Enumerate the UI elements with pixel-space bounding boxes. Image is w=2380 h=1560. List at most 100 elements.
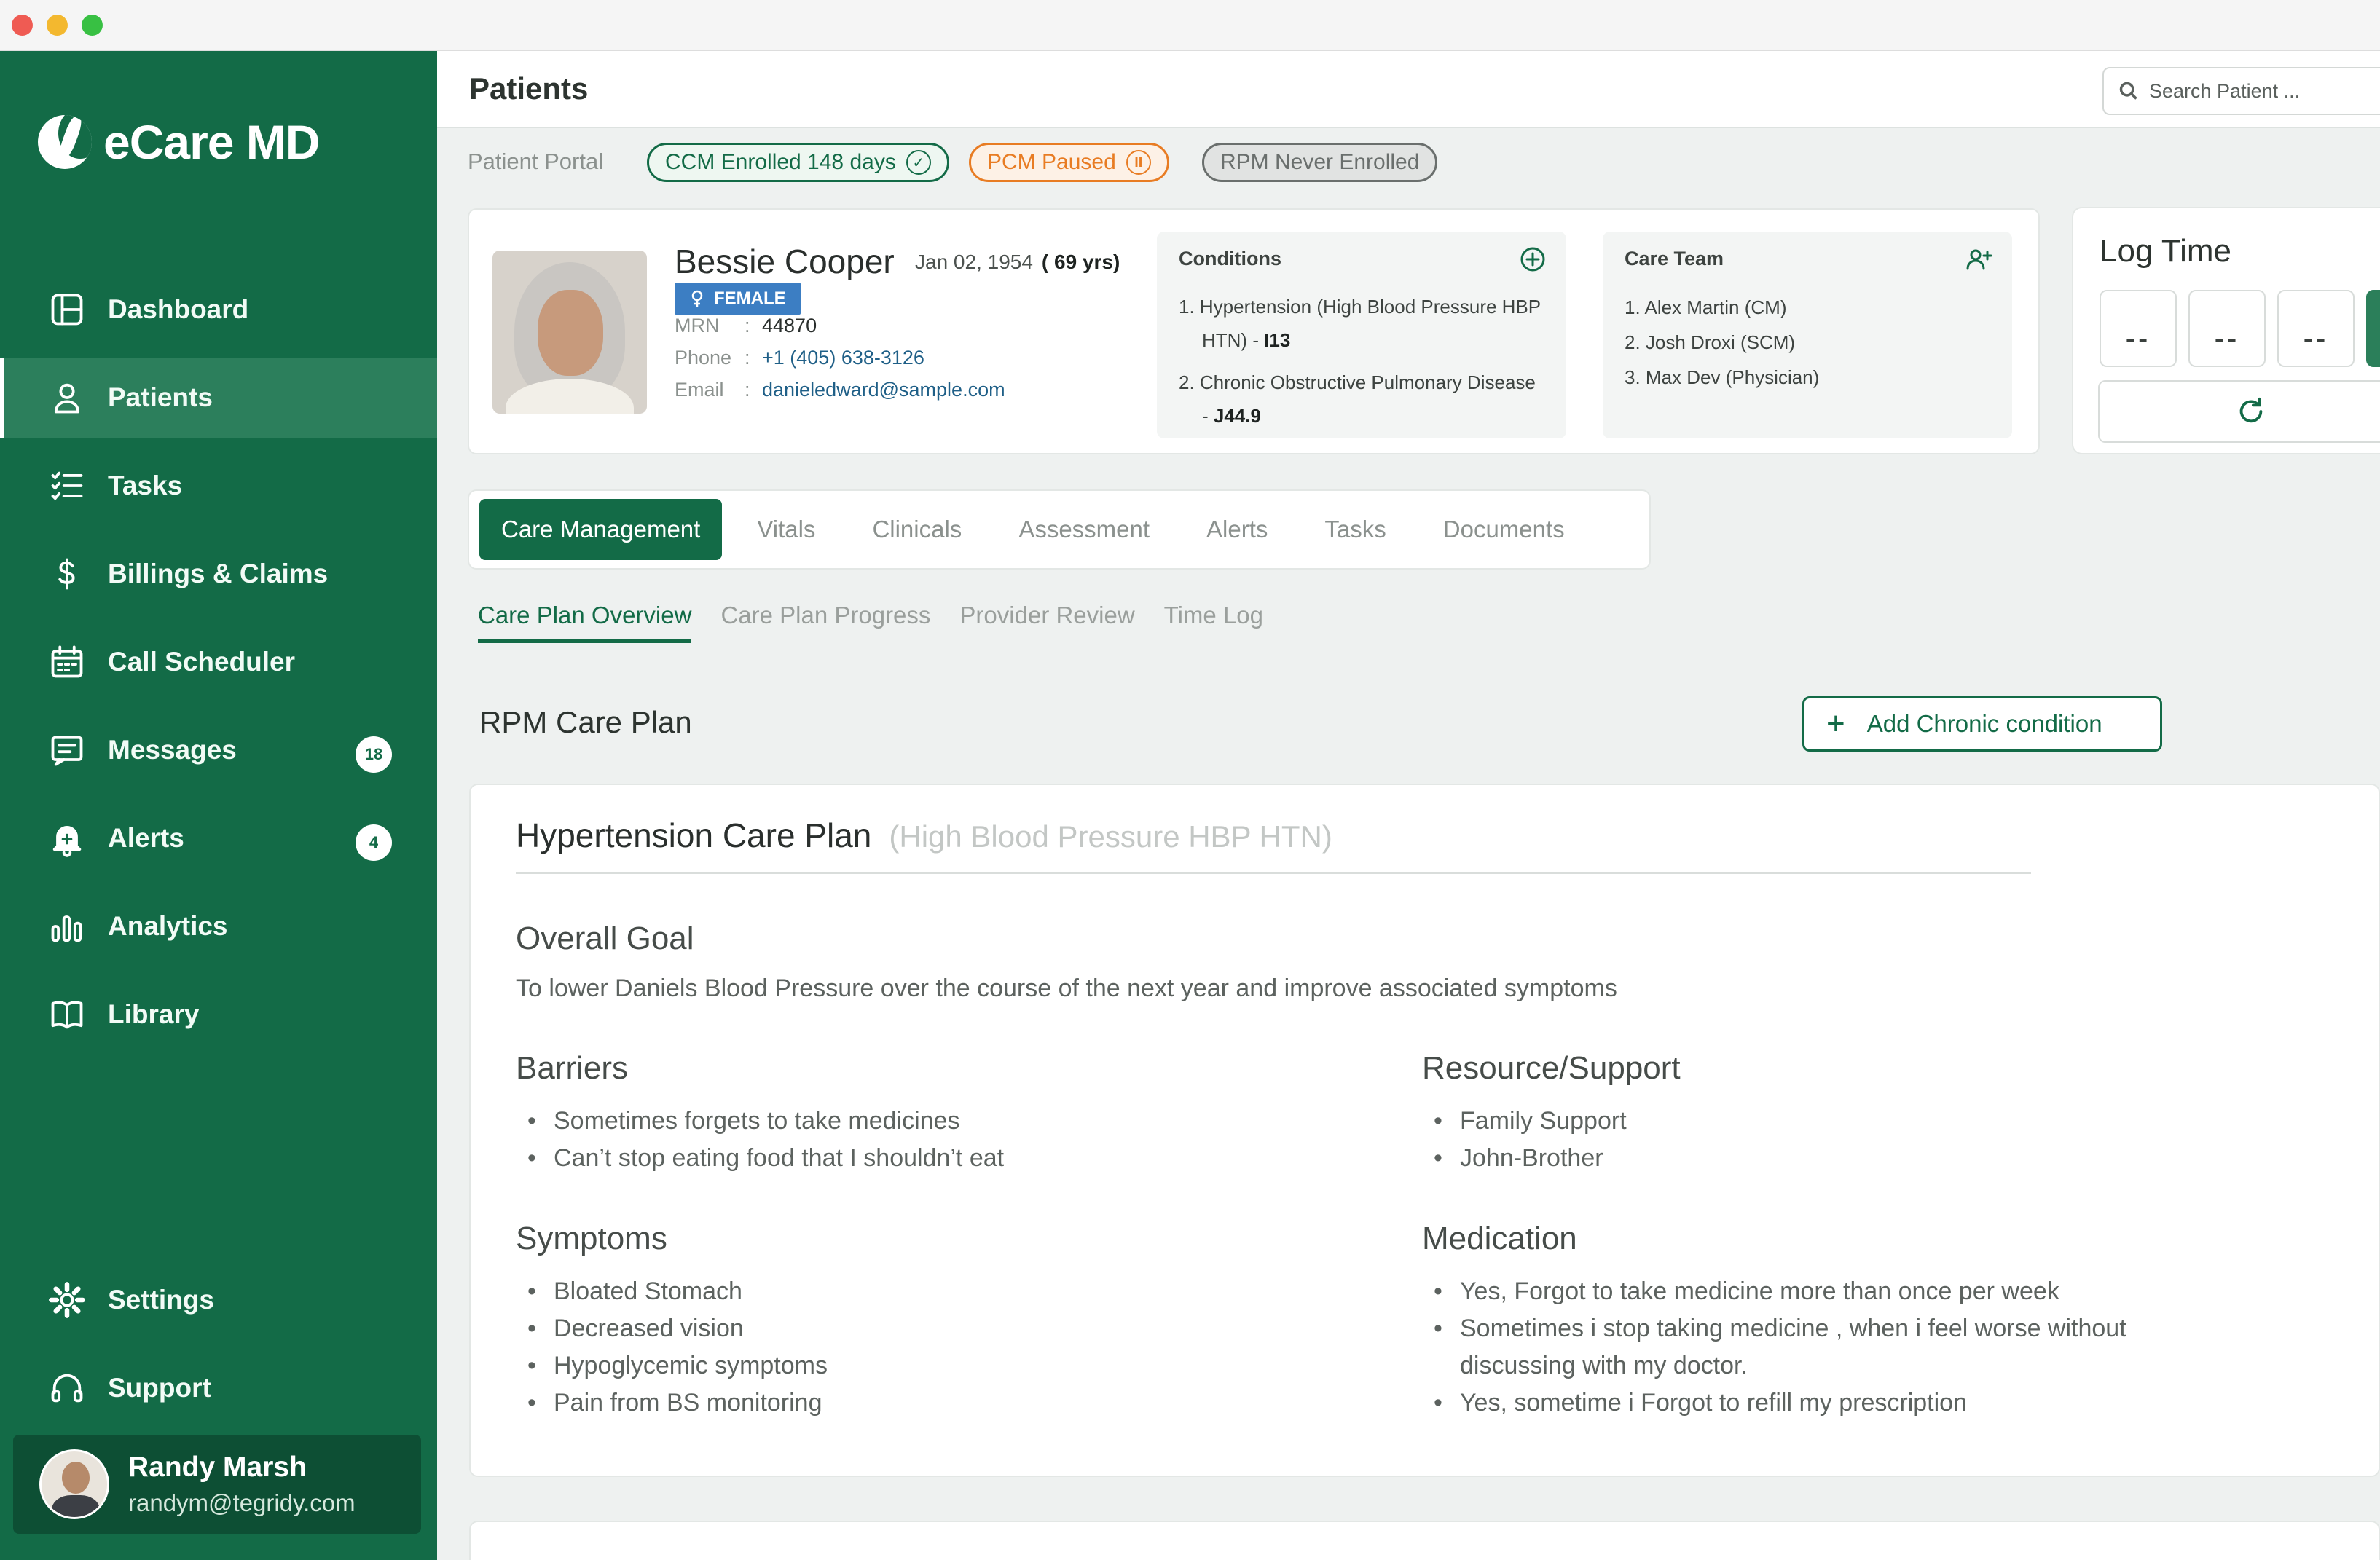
search-input[interactable]: Search Patient ... bbox=[2102, 67, 2380, 115]
sidebar-item-call-scheduler[interactable]: Call Scheduler bbox=[0, 622, 437, 702]
reset-timer-button[interactable] bbox=[2098, 380, 2380, 443]
rpm-status-label: RPM Never Enrolled bbox=[1220, 150, 1420, 174]
tab-assessment[interactable]: Assessment bbox=[997, 499, 1171, 560]
plus-icon: + bbox=[1826, 706, 1845, 741]
messages-count-badge: 18 bbox=[356, 736, 392, 773]
bottom-nav: Settings Support bbox=[0, 1260, 437, 1436]
patient-name: Bessie Cooper bbox=[675, 243, 895, 280]
subtab-care-plan-overview[interactable]: Care Plan Overview bbox=[478, 602, 692, 643]
sidebar-item-label: Library bbox=[108, 999, 200, 1029]
sidebar-item-label: Analytics bbox=[108, 911, 228, 941]
alerts-count-badge: 4 bbox=[356, 824, 392, 861]
phone-field: Phone: +1 (405) 638-3126 bbox=[675, 347, 924, 369]
pcm-status-label: PCM Paused bbox=[987, 150, 1116, 174]
resources-heading: Resource/Support bbox=[1422, 1050, 1681, 1086]
subtab-care-plan-progress[interactable]: Care Plan Progress bbox=[720, 602, 930, 643]
add-team-member-icon[interactable] bbox=[1964, 245, 1993, 274]
phone-label: Phone bbox=[675, 347, 732, 369]
sidebar-item-support[interactable]: Support bbox=[0, 1348, 437, 1428]
list-item: Can’t stop eating food that I shouldn’t … bbox=[516, 1140, 1004, 1177]
main-nav: Dashboard Patients Tasks Billings & Clai… bbox=[0, 269, 437, 1063]
subtab-provider-review[interactable]: Provider Review bbox=[959, 602, 1134, 643]
sidebar-item-label: Tasks bbox=[108, 470, 183, 500]
start-timer-button[interactable] bbox=[2366, 290, 2380, 367]
patient-summary-card: Bessie Cooper Jan 02, 1954 ( 69 yrs) FEMA… bbox=[468, 208, 2040, 454]
page-title: Patients bbox=[469, 71, 589, 106]
gender-badge: FEMALE bbox=[675, 283, 801, 315]
sidebar-item-library[interactable]: Library bbox=[0, 974, 437, 1055]
ccm-status-label: CCM Enrolled 148 days bbox=[665, 150, 896, 174]
sidebar-item-dashboard[interactable]: Dashboard bbox=[0, 269, 437, 350]
email-label: Email bbox=[675, 379, 724, 401]
condition-code: J44.9 bbox=[1213, 405, 1261, 427]
subtab-time-log[interactable]: Time Log bbox=[1164, 602, 1263, 643]
condition-code: I13 bbox=[1264, 329, 1291, 351]
list-item: Decreased vision bbox=[516, 1310, 828, 1347]
add-chronic-condition-button[interactable]: + Add Chronic condition bbox=[1802, 696, 2162, 752]
sidebar-item-label: Patients bbox=[108, 382, 213, 412]
list-item: Hypoglycemic symptoms bbox=[516, 1347, 828, 1384]
tab-tasks[interactable]: Tasks bbox=[1303, 499, 1407, 560]
window-titlebar bbox=[0, 0, 2380, 51]
care-team-panel: Care Team 1. Alex Martin (CM) 2. Josh Dr… bbox=[1603, 232, 2012, 438]
list-item: Sometimes forgets to take medicines bbox=[516, 1103, 1004, 1140]
maximize-window-button[interactable] bbox=[82, 15, 103, 36]
phone-link[interactable]: +1 (405) 638-3126 bbox=[762, 347, 924, 369]
sidebar-item-settings[interactable]: Settings bbox=[0, 1260, 437, 1340]
email-link[interactable]: danieledward@sample.com bbox=[762, 379, 1005, 401]
rpm-status-badge[interactable]: RPM Never Enrolled bbox=[1202, 143, 1438, 182]
care-plan-subtabs: Care Plan Overview Care Plan Progress Pr… bbox=[478, 602, 1292, 643]
app-logo[interactable]: eCare MD bbox=[38, 109, 320, 175]
female-icon bbox=[691, 290, 703, 307]
sidebar-item-label: Settings bbox=[108, 1285, 214, 1315]
tab-alerts[interactable]: Alerts bbox=[1185, 499, 1289, 560]
sidebar-item-tasks[interactable]: Tasks bbox=[0, 446, 437, 526]
dollar-icon bbox=[47, 554, 87, 594]
condition-item: 1. Hypertension (High Blood Pressure HBP… bbox=[1179, 290, 1543, 357]
overall-goal-text: To lower Daniels Blood Pressure over the… bbox=[516, 974, 1617, 1002]
patient-tabs: Care Management Vitals Clinicals Assessm… bbox=[468, 489, 1651, 570]
sidebar-item-label: Messages bbox=[108, 735, 237, 765]
overall-goal-heading: Overall Goal bbox=[516, 921, 694, 956]
calendar-icon bbox=[47, 642, 87, 682]
tab-clinicals[interactable]: Clinicals bbox=[850, 499, 983, 560]
check-icon: ✓ bbox=[906, 150, 931, 175]
book-icon bbox=[47, 994, 87, 1035]
tab-care-management[interactable]: Care Management bbox=[479, 499, 723, 560]
section-title: RPM Care Plan bbox=[479, 705, 692, 739]
patient-portal-link[interactable]: Patient Portal bbox=[468, 149, 603, 175]
sidebar-item-label: Billings & Claims bbox=[108, 559, 329, 588]
add-condition-icon[interactable] bbox=[1518, 245, 1547, 274]
pcm-status-badge[interactable]: PCM Paused II bbox=[969, 143, 1169, 182]
sidebar-item-patients[interactable]: Patients bbox=[0, 358, 437, 438]
gear-icon bbox=[47, 1280, 87, 1320]
current-user-card[interactable]: Randy Marsh randym@tegridy.com bbox=[13, 1435, 421, 1534]
list-item: Bloated Stomach bbox=[516, 1273, 828, 1310]
seconds-input[interactable]: -- bbox=[2277, 290, 2355, 367]
minimize-window-button[interactable] bbox=[47, 15, 68, 36]
sidebar-item-billings[interactable]: Billings & Claims bbox=[0, 534, 437, 614]
barriers-list: Sometimes forgets to take medicines Can’… bbox=[516, 1103, 1004, 1177]
sidebar-item-label: Dashboard bbox=[108, 294, 249, 324]
care-plan-subtitle: (High Blood Pressure HBP HTN) bbox=[889, 819, 1332, 854]
tab-documents[interactable]: Documents bbox=[1421, 499, 1587, 560]
user-email: randym@tegridy.com bbox=[128, 1489, 356, 1516]
sidebar-item-messages[interactable]: Messages 18 bbox=[0, 710, 437, 790]
dashboard-icon bbox=[47, 289, 87, 330]
list-item: John-Brother bbox=[1422, 1140, 1627, 1177]
hours-input[interactable]: -- bbox=[2100, 290, 2177, 367]
care-team-list: 1. Alex Martin (CM) 2. Josh Droxi (SCM) … bbox=[1625, 290, 1989, 395]
symptoms-heading: Symptoms bbox=[516, 1221, 667, 1256]
ccm-status-badge[interactable]: CCM Enrolled 148 days ✓ bbox=[647, 143, 949, 182]
close-window-button[interactable] bbox=[12, 15, 33, 36]
sidebar-item-analytics[interactable]: Analytics bbox=[0, 886, 437, 966]
gender-label: FEMALE bbox=[714, 288, 786, 308]
refresh-icon bbox=[2239, 397, 2263, 423]
patient-dob-value: Jan 02, 1954 bbox=[915, 251, 1033, 273]
tab-vitals[interactable]: Vitals bbox=[735, 499, 837, 560]
list-item: Pain from BS monitoring bbox=[516, 1384, 828, 1422]
email-field: Email: danieledward@sample.com bbox=[675, 379, 1005, 401]
sidebar-item-alerts[interactable]: Alerts 4 bbox=[0, 798, 437, 878]
care-team-title: Care Team bbox=[1625, 248, 1724, 269]
minutes-input[interactable]: -- bbox=[2188, 290, 2266, 367]
